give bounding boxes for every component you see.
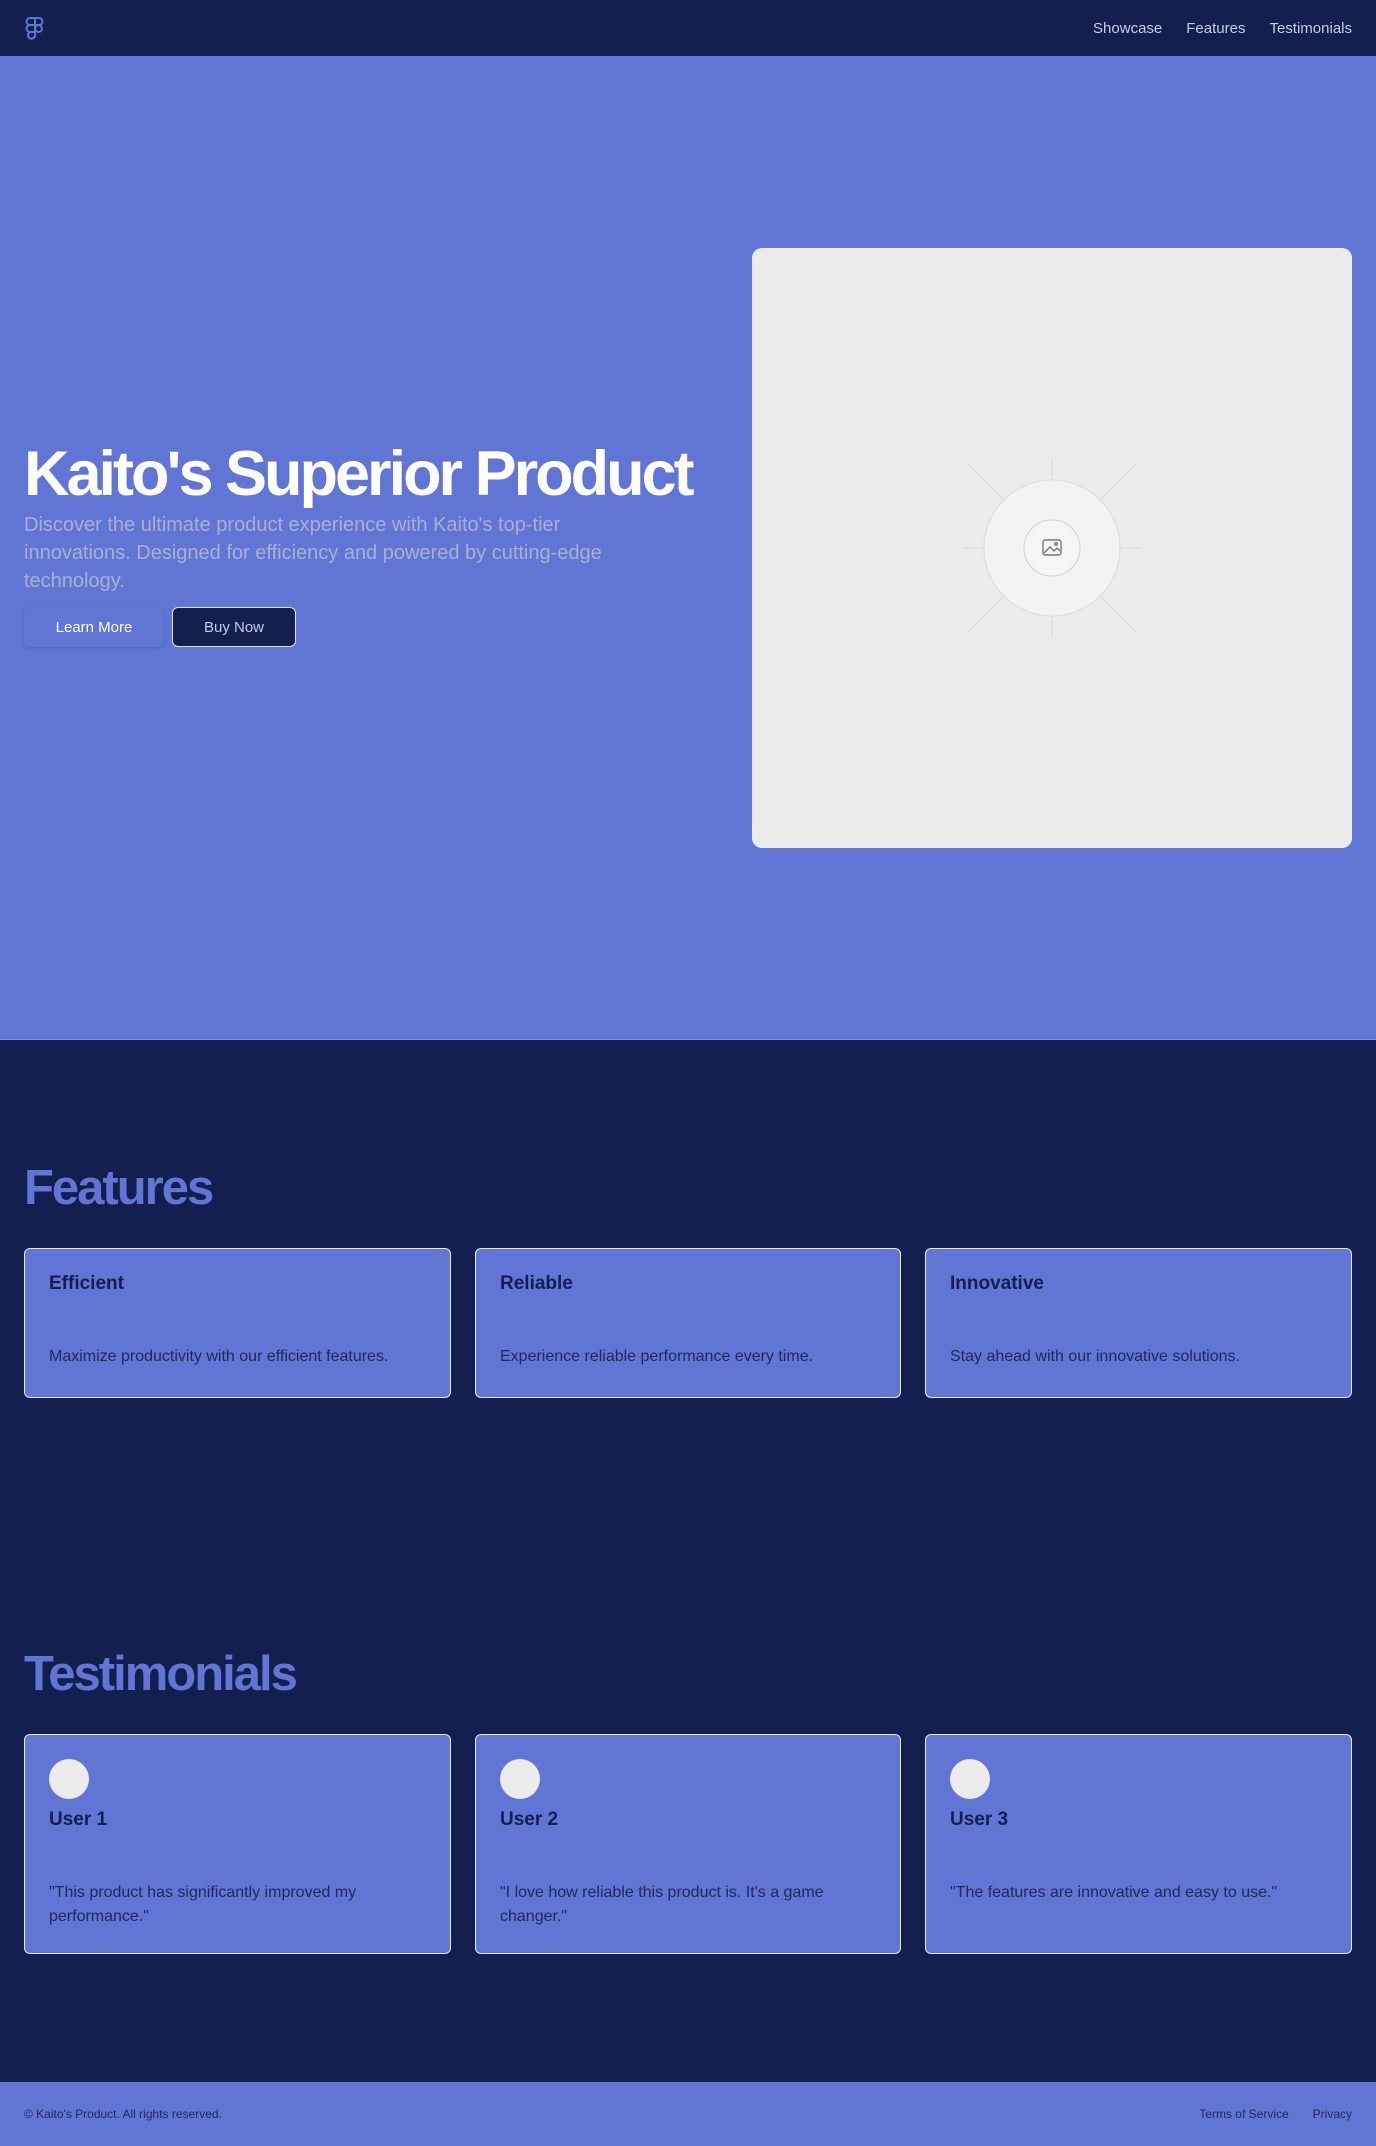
testimonial-card-user-2: User 2 "I love how reliable this product…	[475, 1734, 901, 1954]
footer-link-terms[interactable]: Terms of Service	[1199, 2107, 1288, 2121]
figma-logo-icon[interactable]	[24, 14, 48, 42]
nav-links: Showcase Features Testimonials	[1093, 20, 1352, 37]
nav-link-features[interactable]: Features	[1186, 20, 1245, 37]
feature-card-title: Innovative	[950, 1273, 1044, 1294]
learn-more-button[interactable]: Learn More	[24, 607, 164, 648]
hero-buttons: Learn More Buy Now	[24, 607, 704, 648]
footer-link-privacy[interactable]: Privacy	[1313, 2107, 1352, 2121]
feature-card-reliable: Reliable Experience reliable performance…	[475, 1248, 901, 1398]
hero-title: Kaito's Superior Product	[24, 439, 695, 509]
footer: © Kaito's Product. All rights reserved. …	[0, 2082, 1376, 2146]
testimonial-name: User 2	[500, 1809, 559, 1830]
feature-card-innovative: Innovative Stay ahead with our innovativ…	[925, 1248, 1352, 1398]
nav-link-showcase[interactable]: Showcase	[1093, 20, 1162, 37]
hero-image-placeholder	[752, 248, 1352, 848]
footer-copyright: © Kaito's Product. All rights reserved.	[24, 2107, 222, 2121]
hero-section: Kaito's Superior Product Discover the ul…	[0, 56, 1376, 1040]
avatar	[500, 1759, 540, 1799]
testimonial-quote: "This product has significantly improved…	[49, 1884, 357, 1925]
testimonial-card-user-3: User 3 "The features are innovative and …	[925, 1734, 1352, 1954]
avatar	[49, 1759, 89, 1799]
feature-card-efficient: Efficient Maximize productivity with our…	[24, 1248, 451, 1398]
testimonials-title: Testimonials	[24, 1647, 298, 1701]
top-nav: Showcase Features Testimonials	[0, 0, 1376, 56]
hero-subtitle: Discover the ultimate product experience…	[24, 514, 602, 593]
feature-card-desc: Stay ahead with our innovative solutions…	[950, 1348, 1240, 1365]
nav-link-testimonials[interactable]: Testimonials	[1269, 20, 1352, 37]
buy-now-button[interactable]: Buy Now	[172, 607, 296, 648]
feature-card-title: Efficient	[49, 1273, 124, 1294]
feature-card-desc: Experience reliable performance every ti…	[500, 1348, 814, 1365]
image-placeholder-icon	[962, 458, 1142, 638]
hero-content: Kaito's Superior Product Discover the ul…	[24, 439, 704, 648]
feature-card-desc: Maximize productivity with our efficient…	[49, 1348, 389, 1365]
feature-card-title: Reliable	[500, 1273, 573, 1294]
avatar	[950, 1759, 990, 1799]
testimonial-name: User 3	[950, 1809, 1009, 1830]
testimonial-name: User 1	[49, 1809, 108, 1830]
footer-links: Terms of Service Privacy	[1199, 2107, 1352, 2121]
testimonial-quote: "I love how reliable this product is. It…	[500, 1884, 824, 1925]
testimonial-card-user-1: User 1 "This product has significantly i…	[24, 1734, 451, 1954]
testimonial-quote: "The features are innovative and easy to…	[950, 1884, 1278, 1901]
features-title: Features	[24, 1161, 214, 1215]
